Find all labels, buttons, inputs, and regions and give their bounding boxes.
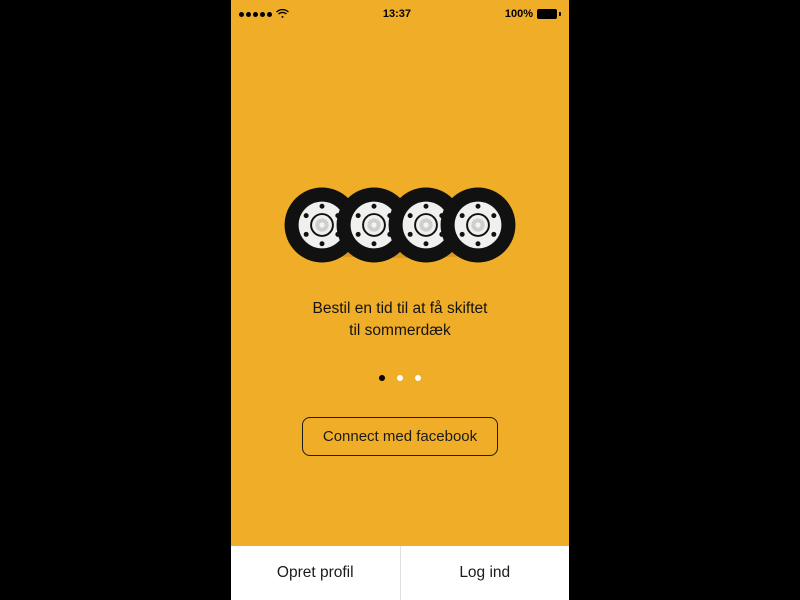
page-indicator[interactable] (379, 375, 421, 381)
caption-line-1: Bestil en tid til at få skiftet (313, 300, 488, 317)
page-dot-2[interactable] (397, 375, 403, 381)
caption-line-2: til sommerdæk (349, 322, 451, 339)
wifi-icon (276, 9, 289, 19)
wheels-illustration (280, 144, 520, 264)
page-dot-3[interactable] (415, 375, 421, 381)
status-bar: 13:37 100% (231, 0, 569, 24)
bottom-bar: Opret profil Log ind (231, 546, 569, 600)
phone-screen: 13:37 100% (231, 0, 569, 600)
onboarding-main: Bestil en tid til at få skiftet til somm… (231, 24, 569, 546)
connect-facebook-button[interactable]: Connect med facebook (302, 417, 498, 456)
create-profile-button[interactable]: Opret profil (231, 546, 400, 600)
status-right: 100% (505, 8, 561, 20)
status-time: 13:37 (383, 8, 411, 20)
wheel-icon (439, 186, 517, 264)
status-left (239, 9, 289, 19)
battery-text: 100% (505, 8, 533, 20)
login-button[interactable]: Log ind (401, 546, 570, 600)
onboarding-caption: Bestil en tid til at få skiftet til somm… (273, 298, 528, 341)
cell-signal-icon (239, 12, 272, 17)
battery-icon (537, 9, 561, 19)
page-dot-1[interactable] (379, 375, 385, 381)
